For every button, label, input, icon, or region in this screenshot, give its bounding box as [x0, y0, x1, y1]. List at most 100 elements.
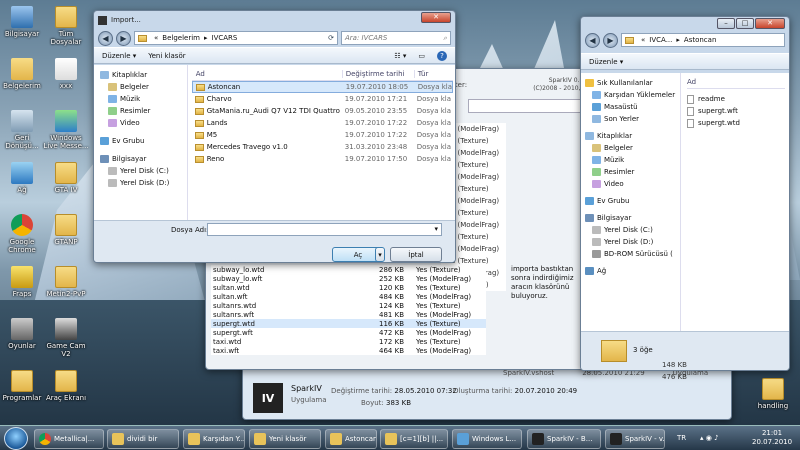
start-button[interactable]: [4, 427, 28, 450]
search-input[interactable]: Ara: IVCARS ⌕: [341, 31, 451, 45]
breadcrumb-ivcars[interactable]: IVCA...: [649, 36, 672, 44]
back-button[interactable]: ◀: [98, 30, 113, 46]
desktop-icon-folder-7[interactable]: GTA IV: [38, 162, 94, 194]
clock[interactable]: 21:01 20.07.2010: [752, 429, 792, 447]
desktop-icon-right-4[interactable]: handling: [748, 378, 798, 410]
nav-item-5[interactable]: Belgeler: [585, 142, 676, 154]
table-row[interactable]: Lands 19.07.2010 17:22 Dosya kla: [192, 117, 453, 129]
table-row[interactable]: sultan.wtd 120 KB Yes (Texture): [211, 283, 486, 292]
refresh-icon[interactable]: ⟳: [328, 34, 334, 42]
table-row[interactable]: GtaMania.ru_Audi Q7 V12 TDI Quattro (8..…: [192, 105, 453, 117]
column-name[interactable]: Ad: [687, 75, 785, 89]
back-button[interactable]: ◀: [585, 32, 600, 48]
nav-item-7[interactable]: Yerel Disk (C:): [100, 165, 181, 177]
maximize-icon[interactable]: □: [736, 18, 754, 29]
table-row[interactable]: sultan.wft 484 KB Yes (ModelFrag): [211, 292, 486, 301]
preview-pane-icon[interactable]: ▭: [418, 52, 425, 60]
taskbar-item-0[interactable]: Metallica|...: [34, 429, 104, 449]
import-dialog[interactable]: Import... ✕ ◀ ▶ « Belgelerim ▸ IVCARS ⟳ A…: [93, 10, 456, 263]
nav-item-3[interactable]: Son Yerler: [585, 113, 676, 125]
nav-item-6[interactable]: Müzik: [585, 154, 676, 166]
nav-item-4[interactable]: Video: [100, 117, 181, 129]
table-row[interactable]: subway_lo.wft 252 KB Yes (ModelFrag): [211, 274, 486, 283]
desktop-icon-folder-11[interactable]: Metin2-PvP: [38, 266, 94, 298]
desktop-icon-messenger-5[interactable]: Windows Live Messe...: [38, 110, 94, 150]
taskbar-item-8[interactable]: SparkIV - v...: [605, 429, 665, 449]
explorer-file-list[interactable]: Ad readme supergt.wft supergt.wtd: [681, 73, 789, 331]
filename-input[interactable]: ▾: [207, 223, 442, 236]
forward-button[interactable]: ▶: [603, 32, 618, 48]
nav-item-6[interactable]: Bilgisayar: [100, 153, 181, 165]
column-name[interactable]: Ad: [192, 70, 342, 78]
column-date[interactable]: Değiştirme tarihi: [341, 69, 414, 78]
organize-button[interactable]: Düzenle ▾: [589, 58, 623, 66]
breadcrumb-ivcars[interactable]: IVCARS: [212, 34, 238, 42]
table-row[interactable]: subway_lo.wtd 286 KB Yes (Texture): [211, 265, 486, 274]
table-row[interactable]: sultanrs.wtd 124 KB Yes (Texture): [211, 301, 486, 310]
nav-item-1[interactable]: Karşıdan Yüklemeler: [585, 89, 676, 101]
nav-item-0[interactable]: Kitaplıklar: [100, 69, 181, 81]
address-bar[interactable]: « IVCA... ▸ Astoncan: [621, 33, 785, 47]
table-row[interactable]: Astoncan 19.07.2010 18:05 Dosya kla: [191, 81, 453, 93]
taskbar-item-2[interactable]: Karşıdan Y...: [183, 429, 245, 449]
table-row[interactable]: taxi.wft 464 KB Yes (ModelFrag): [211, 346, 486, 355]
table-row[interactable]: taxi.wtd 172 KB Yes (Texture): [211, 337, 486, 346]
nav-item-3[interactable]: Resimler: [100, 105, 181, 117]
nav-item-8[interactable]: Yerel Disk (D:): [100, 177, 181, 189]
table-row[interactable]: M5 19.07.2010 17:22 Dosya kla: [192, 129, 453, 141]
nav-item-14[interactable]: Ağ: [585, 265, 676, 277]
table-row[interactable]: supergt.wtd 116 KB Yes (Texture): [211, 319, 486, 328]
table-row[interactable]: Reno 19.07.2010 17:50 Dosya kla: [192, 153, 453, 165]
view-icon[interactable]: ☷ ▾: [394, 52, 406, 60]
close-icon[interactable]: ✕: [421, 12, 451, 23]
tray-icons[interactable]: ▴ ◉ ♪: [700, 434, 719, 442]
explorer-title-bar[interactable]: – □ ✕: [581, 17, 789, 31]
breadcrumb-belgelerim[interactable]: Belgelerim: [162, 34, 200, 42]
nav-item-5[interactable]: Ev Grubu: [100, 135, 181, 147]
language-indicator[interactable]: TR: [677, 434, 686, 442]
column-type[interactable]: Tür: [413, 69, 428, 78]
table-row[interactable]: sultanrs.wft 481 KB Yes (ModelFrag): [211, 310, 486, 319]
import-nav-pane[interactable]: Kitaplıklar Belgeler Müzik Resimler Video Ev …: [94, 65, 188, 220]
list-item[interactable]: supergt.wft: [687, 105, 785, 117]
nav-item-11[interactable]: Yerel Disk (C:): [585, 224, 676, 236]
desktop-icon-folder-15[interactable]: Araç Ekranı: [38, 370, 94, 402]
taskbar-item-5[interactable]: [c=1][b] ||...: [380, 429, 448, 449]
help-icon[interactable]: ?: [437, 50, 447, 61]
nav-item-0[interactable]: Sık Kullanılanlar: [585, 77, 676, 89]
desktop-icon-folder-9[interactable]: GTANP: [38, 214, 94, 246]
nav-item-1[interactable]: Belgeler: [100, 81, 181, 93]
taskbar-item-1[interactable]: dividi bir: [107, 429, 179, 449]
desktop-icon-gamecam-13[interactable]: Game Cam V2: [38, 318, 94, 358]
import-title-bar[interactable]: Import... ✕: [94, 11, 455, 29]
explorer-window[interactable]: – □ ✕ ◀ ▶ « IVCA... ▸ Astoncan Düzenle ▾ Sı…: [580, 16, 790, 371]
nav-item-2[interactable]: Masaüstü: [585, 101, 676, 113]
table-row[interactable]: supergt.wft 472 KB Yes (ModelFrag): [211, 328, 486, 337]
nav-item-13[interactable]: BD-ROM Sürücüsü (: [585, 248, 676, 260]
taskbar-item-7[interactable]: SparkIV - B...: [527, 429, 601, 449]
list-item[interactable]: readme: [687, 93, 785, 105]
breadcrumb-astoncan[interactable]: Astoncan: [684, 36, 716, 44]
address-bar[interactable]: « Belgelerim ▸ IVCARS ⟳: [134, 31, 338, 45]
nav-item-7[interactable]: Resimler: [585, 166, 676, 178]
filter-input[interactable]: [468, 99, 588, 113]
cancel-button[interactable]: İptal: [390, 247, 442, 262]
desktop-icon-folder-1[interactable]: Tüm Dosyalar: [38, 6, 94, 46]
forward-button[interactable]: ▶: [116, 30, 131, 46]
organize-button[interactable]: Düzenle ▾: [102, 52, 136, 60]
list-item[interactable]: supergt.wtd: [687, 117, 785, 129]
minimize-icon[interactable]: –: [717, 18, 735, 29]
table-row[interactable]: Mercedes Travego v1.0 31.03.2010 23:48 Dos…: [192, 141, 453, 153]
taskbar-item-3[interactable]: Yeni klasör: [249, 429, 321, 449]
sparkiv-file-list[interactable]: subway_lo.wtd 286 KB Yes (Texture) subway_l…: [211, 265, 486, 355]
open-dropdown-icon[interactable]: ▾: [375, 247, 385, 262]
nav-item-9[interactable]: Ev Grubu: [585, 195, 676, 207]
nav-item-12[interactable]: Yerel Disk (D:): [585, 236, 676, 248]
close-icon[interactable]: ✕: [755, 18, 785, 29]
taskbar-item-4[interactable]: Astoncan: [325, 429, 377, 449]
nav-item-2[interactable]: Müzik: [100, 93, 181, 105]
nav-item-8[interactable]: Video: [585, 178, 676, 190]
nav-item-4[interactable]: Kitaplıklar: [585, 130, 676, 142]
taskbar-item-6[interactable]: Windows L...: [452, 429, 522, 449]
desktop-icon-file-3[interactable]: xxx: [38, 58, 94, 90]
